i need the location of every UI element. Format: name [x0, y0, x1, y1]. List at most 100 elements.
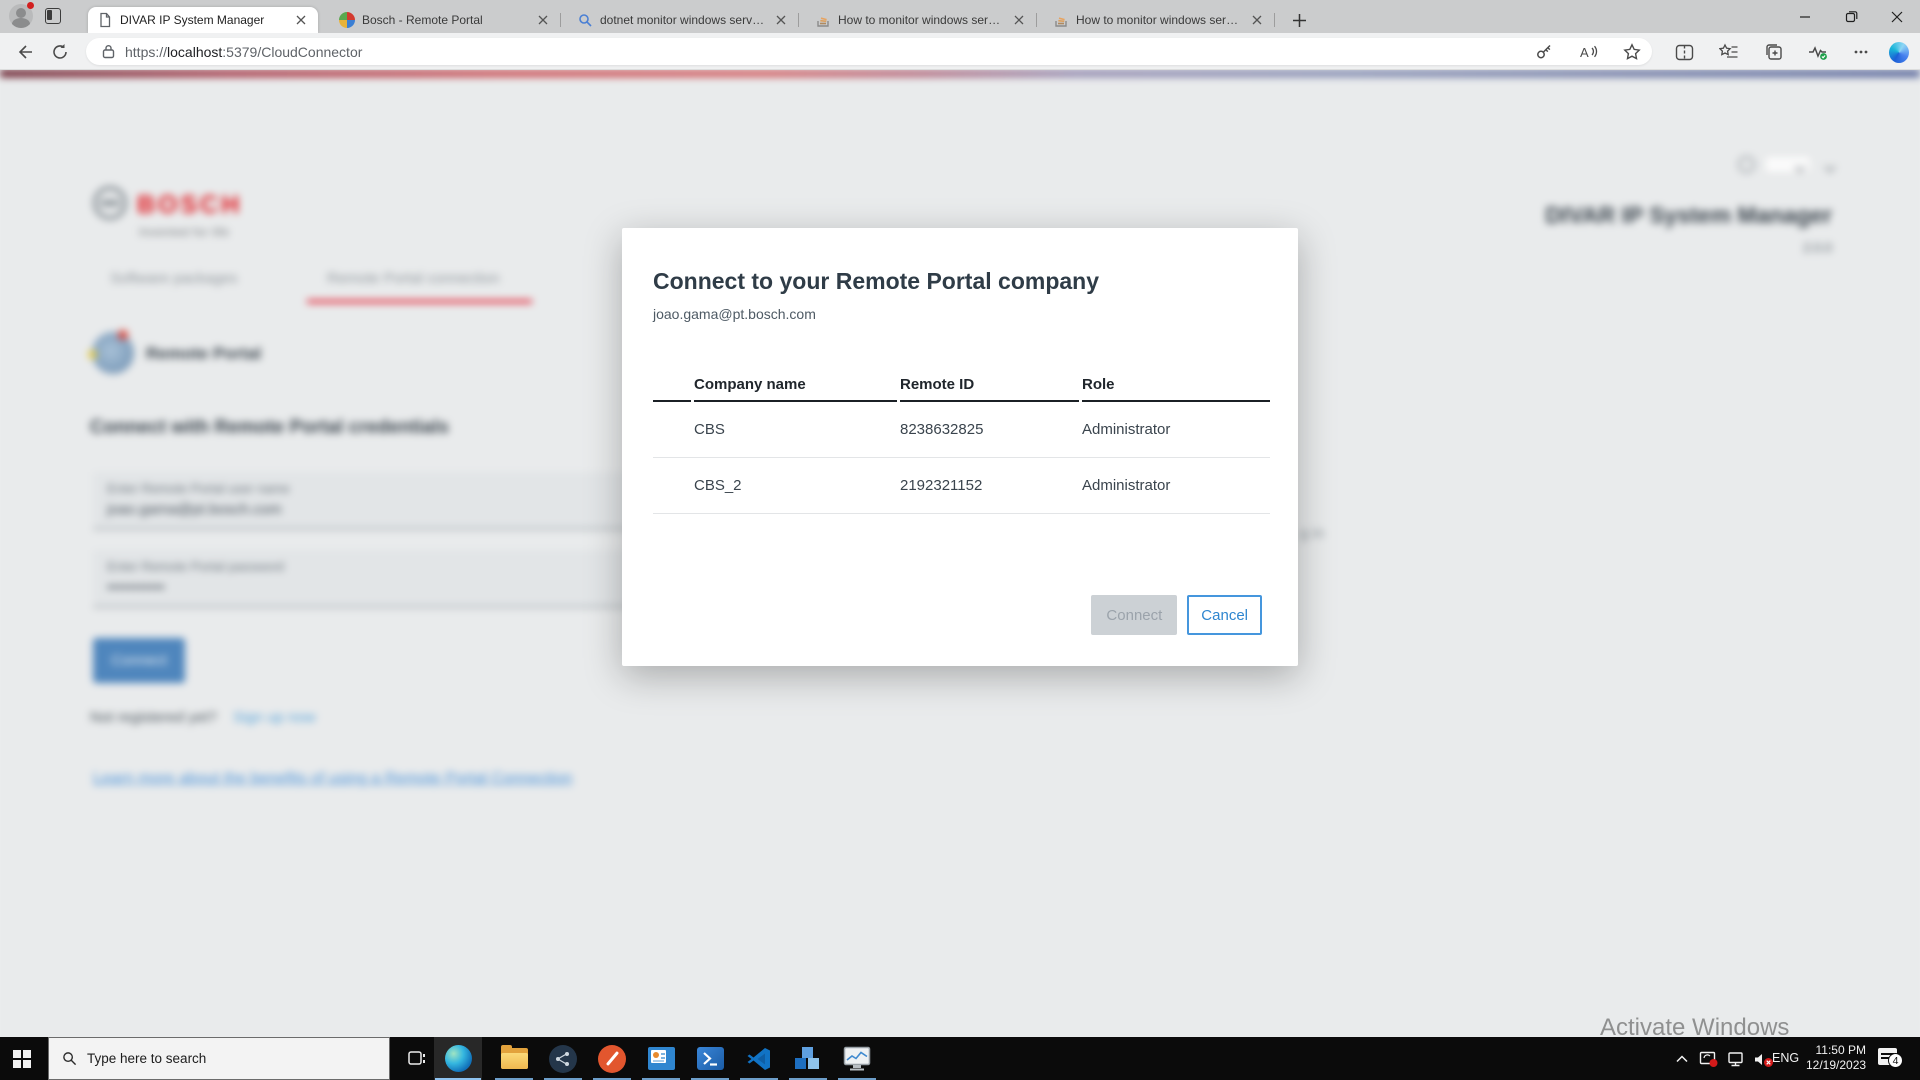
address-bar[interactable]: https://localhost:5379/CloudConnector [86, 38, 1652, 65]
password-field[interactable]: Enter Remote Portal password ••••••••••• [93, 550, 641, 608]
taskbar-vscode-button[interactable] [735, 1037, 783, 1080]
cancel-button[interactable]: Cancel [1187, 595, 1262, 635]
restore-button[interactable] [1828, 0, 1874, 33]
avatar-body [12, 18, 30, 28]
portal-red-dot [118, 330, 128, 340]
nav-software-packages[interactable]: Software packages [110, 270, 238, 287]
copilot-icon[interactable] [1889, 41, 1909, 63]
remote-portal-title: Remote Portal [146, 344, 262, 363]
portal-yellow-dot [88, 350, 97, 359]
edge-icon [444, 1045, 472, 1072]
credentials-heading: Connect with Remote Portal credentials [90, 417, 449, 438]
tab-close-icon[interactable] [535, 12, 551, 28]
url-path: :5379/CloudConnector [222, 43, 363, 60]
taskbar-dashboard-app-button[interactable] [637, 1037, 685, 1080]
learn-more-link[interactable]: Learn more about the benefits of using a… [93, 770, 572, 788]
tab-actions-menu-icon[interactable] [45, 8, 61, 24]
table-row[interactable]: CBS_2 2192321152 Administrator [653, 458, 1270, 514]
tab-bosch-remote-portal[interactable]: Bosch - Remote Portal [330, 7, 561, 33]
refresh-icon[interactable] [50, 42, 70, 62]
tray-language[interactable]: ENG [1772, 1051, 1799, 1065]
tab-close-icon[interactable] [293, 12, 309, 28]
start-button[interactable] [0, 1037, 48, 1080]
taskbar-network-app-button[interactable] [539, 1037, 587, 1080]
split-screen-icon[interactable] [1674, 42, 1694, 62]
search-icon [579, 14, 592, 27]
powershell-icon [696, 1047, 724, 1070]
tab-divider [560, 13, 561, 27]
action-center-button[interactable]: 4 [1878, 1047, 1903, 1069]
tab-divider [1274, 13, 1275, 27]
page-connect-button[interactable]: Connect [93, 638, 185, 683]
favorites-list-icon[interactable] [1719, 42, 1739, 62]
taskbar-powershell-button[interactable] [686, 1037, 734, 1080]
browser-toolbar: https://localhost:5379/CloudConnector A [0, 33, 1920, 70]
company-name-cell: CBS_2 [694, 477, 742, 494]
remote-portal-logo-icon [88, 330, 134, 374]
dashboard-icon [647, 1047, 675, 1070]
browser-essentials-icon[interactable] [1808, 42, 1828, 62]
connect-button[interactable]: Connect [1091, 595, 1178, 635]
nav-remote-portal-connection[interactable]: Remote Portal connection [327, 270, 500, 287]
table-header-row: Company name Remote ID Role [653, 368, 1270, 402]
language-dropdown[interactable] [1764, 155, 1812, 174]
search-icon [63, 1052, 77, 1066]
remote-portal-company-dialog: Connect to your Remote Portal company jo… [622, 228, 1298, 666]
remote-id-header: Remote ID [900, 368, 1079, 402]
close-window-button[interactable] [1874, 0, 1920, 33]
tab-dotnet-search[interactable]: dotnet monitor windows services [568, 7, 799, 33]
windows-taskbar: Type here to search ENG 11:50 PM 12/19/2… [0, 1037, 1920, 1080]
url-scheme: https:// [125, 43, 168, 60]
password-label: Enter Remote Portal password [107, 559, 285, 574]
taskbar-monitor-app-button[interactable] [833, 1037, 881, 1080]
cutoff-text-fragment: g in [1300, 525, 1325, 542]
dialog-title: Connect to your Remote Portal company [653, 268, 1100, 294]
taskbar-search-box[interactable]: Type here to search [48, 1037, 390, 1080]
username-value: joao.gama@pt.bosch.com [107, 501, 282, 518]
tray-network-icon[interactable] [1726, 1048, 1748, 1070]
document-icon [100, 12, 111, 28]
copilot-logo [1889, 41, 1909, 63]
taskbar-cubes-app-button[interactable] [784, 1037, 832, 1080]
bosch-logo-mark-icon [93, 186, 127, 220]
tab-close-icon[interactable] [773, 12, 789, 28]
back-icon[interactable] [14, 42, 34, 62]
tab-close-icon[interactable] [1249, 12, 1265, 28]
globe-icon[interactable] [1738, 156, 1755, 173]
network-tree-icon [549, 1044, 577, 1073]
company-name-cell: CBS [694, 421, 725, 438]
url-text: https://localhost:5379/CloudConnector [125, 44, 362, 60]
tray-chevron-up-icon[interactable] [1671, 1048, 1693, 1070]
stackoverflow-icon [817, 17, 829, 27]
role-header: Role [1082, 368, 1270, 402]
password-key-icon[interactable] [1534, 42, 1554, 62]
pen-circle-icon [598, 1044, 626, 1073]
taskbar-pen-app-button[interactable] [588, 1037, 636, 1080]
tab-title: DIVAR IP System Manager [120, 13, 265, 27]
new-tab-button[interactable] [1288, 9, 1310, 31]
tray-sync-alert-icon[interactable] [1698, 1048, 1720, 1070]
tray-clock[interactable]: 11:50 PM 12/19/2023 [1806, 1043, 1866, 1073]
favorite-star-icon[interactable] [1622, 42, 1642, 62]
tab-divider [1036, 13, 1037, 27]
chevron-down-icon[interactable] [1824, 161, 1836, 173]
tab-stackoverflow-2[interactable]: How to monitor windows service [1044, 7, 1275, 33]
tab-divar-ip[interactable]: DIVAR IP System Manager [88, 7, 318, 33]
table-row[interactable]: CBS 8238632825 Administrator [653, 402, 1270, 458]
settings-more-icon[interactable] [1851, 42, 1871, 62]
sign-up-link[interactable]: Sign up now [233, 709, 316, 726]
taskbar-edge-button[interactable] [434, 1037, 482, 1080]
task-view-icon [407, 1051, 425, 1065]
collections-icon[interactable] [1764, 42, 1784, 62]
username-label: Enter Remote Portal user name [107, 481, 290, 496]
tray-volume-muted-icon[interactable] [1752, 1048, 1774, 1070]
tab-stackoverflow-1[interactable]: How to monitor windows service [806, 7, 1037, 33]
bosch-logo-text: BOSCH [137, 191, 243, 219]
taskbar-file-explorer-button[interactable] [490, 1037, 538, 1080]
tab-title: How to monitor windows service [1076, 13, 1242, 27]
tab-close-icon[interactable] [1011, 12, 1027, 28]
minimize-button[interactable] [1782, 0, 1828, 33]
read-aloud-icon[interactable]: A [1578, 42, 1598, 62]
username-field[interactable]: Enter Remote Portal user name joao.gama@… [93, 472, 641, 530]
bosch-portal-icon [339, 12, 355, 28]
